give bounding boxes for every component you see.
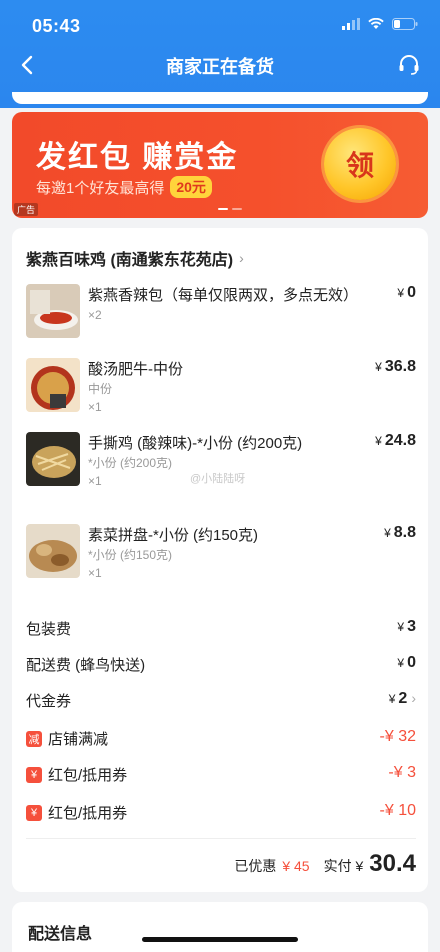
ad-tag: 广告 <box>14 203 39 216</box>
banner-reward-badge: 20元 <box>170 176 212 198</box>
banner-subtitle-row: 每邀1个好友最高得 20元 <box>36 176 212 198</box>
delivery-title: 配送信息 <box>28 926 93 943</box>
fee-label-wrap: 减 店铺满减 <box>26 728 108 749</box>
red-packet-icon: ¥ <box>26 766 42 783</box>
fee-label: 红包/抵用券 <box>48 767 128 784</box>
order-card: 紫燕百味鸡 (南通紫东花苑店) › 紫燕香辣包（每单仅限两双，多点无效） ×2 … <box>12 228 428 892</box>
promo-banner[interactable]: 发红包 赚赏金 每邀1个好友最高得 20元 领 广告 <box>12 112 428 218</box>
fee-value: -¥ 3 <box>388 764 416 781</box>
item-quantity: ×1 <box>88 474 102 488</box>
item-price: ¥0 <box>397 284 416 301</box>
discount-label: 已优惠 <box>234 858 277 874</box>
order-item: 紫燕香辣包（每单仅限两双，多点无效） ×2 ¥0 <box>26 284 416 340</box>
item-spec: *小份 (约200克) <box>88 456 173 470</box>
headset-icon <box>399 55 419 75</box>
item-image <box>26 432 80 486</box>
red-packet-icon: ¥ <box>26 804 42 821</box>
fee-value: ¥0 <box>397 654 416 671</box>
item-quantity: ×2 <box>88 308 102 322</box>
home-indicator[interactable] <box>142 937 298 942</box>
fee-label: 店铺满减 <box>48 731 109 748</box>
status-icons <box>342 17 418 35</box>
divider <box>26 838 416 839</box>
item-image <box>26 524 80 578</box>
signal-icon <box>342 17 360 35</box>
item-price: ¥24.8 <box>375 432 416 449</box>
chevron-right-icon: › <box>239 250 244 266</box>
discount-value: ¥ 45 <box>282 858 310 874</box>
page-title: 商家正在备货 <box>166 57 274 77</box>
order-item: 酸汤肥牛-中份 中份 ×1 ¥36.8 <box>26 358 416 414</box>
item-spec: *小份 (约150克) <box>88 548 173 562</box>
battery-icon <box>392 17 418 35</box>
item-quantity: ×1 <box>88 566 102 580</box>
total-inner: 已优惠 ¥ 45 实付 ¥ 30.4 <box>234 850 416 878</box>
fee-row-voucher[interactable]: 代金券 ¥2 › <box>26 690 416 712</box>
item-name: 手撕鸡 (酸辣味)-*小份 (约200克) <box>88 435 303 452</box>
item-price: ¥36.8 <box>375 358 416 375</box>
paid-label: 实付 ¥ <box>323 858 364 874</box>
item-image <box>26 284 80 338</box>
item-name: 酸汤肥牛-中份 <box>88 361 183 378</box>
item-name: 紫燕香辣包（每单仅限两双，多点无效） <box>88 287 359 304</box>
fee-value: -¥ 32 <box>379 728 416 745</box>
shop-name: 紫燕百味鸡 (南通紫东花苑店) <box>26 252 234 269</box>
customer-service-button[interactable] <box>394 50 424 80</box>
item-name: 素菜拼盘-*小份 (约150克) <box>88 527 259 544</box>
fee-label-wrap: ¥ 红包/抵用券 <box>26 802 127 823</box>
fee-value: ¥3 <box>397 618 416 635</box>
banner-subtitle: 每邀1个好友最高得 <box>36 179 165 197</box>
fee-label: 配送费 (蜂鸟快送) <box>26 657 146 674</box>
carousel-dots <box>218 208 242 210</box>
paid-value: 30.4 <box>369 850 416 877</box>
status-time: 05:43 <box>32 16 81 36</box>
wifi-icon <box>368 17 384 35</box>
fee-label-wrap: ¥ 红包/抵用券 <box>26 764 127 785</box>
fee-label: 红包/抵用券 <box>48 805 128 822</box>
item-image <box>26 358 80 412</box>
watermark: @小陆陆呀 <box>190 473 246 485</box>
fee-row-delivery: 配送费 (蜂鸟快送) ¥0 <box>26 654 416 676</box>
item-spec: 中份 <box>88 382 113 396</box>
nav-bar: 商家正在备货 <box>0 48 440 84</box>
fee-row-store-discount: 减 店铺满减 -¥ 32 <box>26 728 416 750</box>
fee-row-red-packet: ¥ 红包/抵用券 -¥ 10 <box>26 802 416 824</box>
status-bar: 05:43 <box>0 0 440 52</box>
fee-label: 包装费 <box>26 621 72 638</box>
fee-value: -¥ 10 <box>379 802 416 819</box>
banner-title: 发红包 赚赏金 <box>36 141 239 174</box>
fee-row-packaging: 包装费 ¥3 <box>26 618 416 640</box>
fee-value: ¥2 › <box>388 690 416 707</box>
discount-icon: 减 <box>26 730 42 747</box>
claim-coin-button[interactable]: 领 <box>324 128 396 200</box>
order-item: 素菜拼盘-*小份 (约150克) *小份 (约150克) ×1 ¥8.8 <box>26 524 416 580</box>
fee-label: 代金券 <box>26 693 72 710</box>
chevron-right-icon: › <box>411 690 416 706</box>
fee-row-red-packet: ¥ 红包/抵用券 -¥ 3 <box>26 764 416 786</box>
status-card-bottom <box>12 92 428 104</box>
order-total: 已优惠 ¥ 45 实付 ¥ 30.4 <box>26 850 416 886</box>
item-quantity: ×1 <box>88 400 102 414</box>
delivery-card: 配送信息 <box>12 902 428 952</box>
shop-link[interactable]: 紫燕百味鸡 (南通紫东花苑店) › <box>26 246 244 270</box>
item-price: ¥8.8 <box>384 524 416 541</box>
